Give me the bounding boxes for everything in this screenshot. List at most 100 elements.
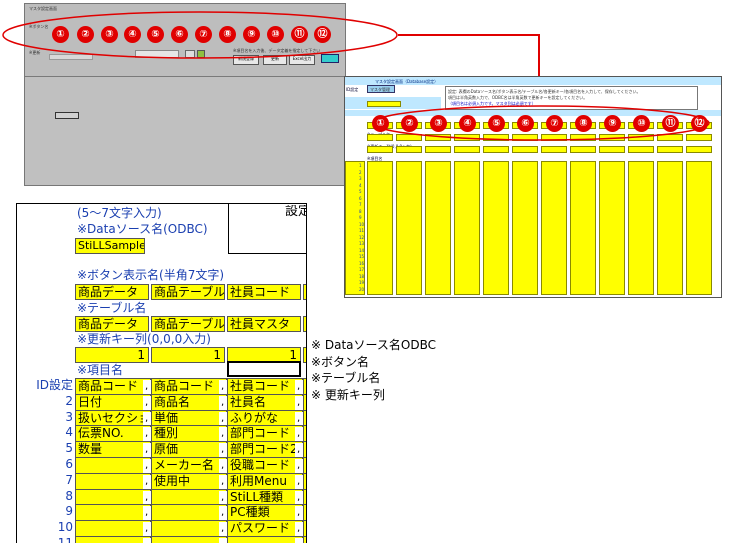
separator: , [219, 490, 227, 505]
item-cell[interactable]: 利用Menu [227, 472, 303, 490]
separator: , [143, 522, 151, 537]
item-cell-overflow[interactable] [303, 504, 306, 522]
button-cell-1[interactable]: 商品データ [75, 284, 149, 300]
separator: , [219, 395, 227, 410]
row-number: 5 [65, 441, 73, 456]
row-number: 3 [65, 409, 73, 424]
item-cell[interactable]: 部門コード [227, 425, 303, 443]
key-cell-4[interactable] [303, 347, 306, 363]
separator: , [295, 443, 303, 458]
item-cell[interactable]: 原価 [151, 441, 227, 458]
row-number: 8 [65, 488, 73, 503]
separator: , [295, 490, 303, 505]
separator: , [295, 522, 303, 537]
separator: , [295, 411, 303, 426]
table-cell-4[interactable] [303, 316, 306, 332]
separator: , [143, 427, 151, 442]
separator: , [295, 474, 303, 489]
item-label: ※項目名 [77, 363, 124, 377]
item-cell[interactable]: 単価 [151, 409, 227, 427]
button-label: ※ボタン表示名(半角7文字) [77, 268, 225, 282]
separator: , [219, 474, 227, 489]
item-cell[interactable]: 扱いセクション [75, 409, 151, 427]
item-cell[interactable] [151, 504, 227, 522]
separator: , [143, 490, 151, 505]
selected-cell[interactable] [227, 361, 301, 377]
item-cell-overflow[interactable] [303, 441, 306, 458]
separator: , [295, 395, 303, 410]
item-cell[interactable]: ふりがな [227, 409, 303, 427]
item-cell[interactable]: 商品名 [151, 393, 227, 411]
item-cell[interactable] [75, 504, 151, 522]
row-number: 9 [65, 504, 73, 519]
input-hint: (5～7文字入力) [77, 206, 162, 220]
item-cell[interactable]: パスワード [227, 520, 303, 537]
item-cell[interactable]: 数量 [75, 441, 151, 458]
separator: , [143, 459, 151, 473]
item-cell[interactable] [75, 488, 151, 506]
item-cell[interactable] [75, 536, 151, 543]
separator: , [143, 411, 151, 426]
note-datasource: ※ Dataソース名ODBC [311, 338, 437, 352]
item-cell[interactable]: 部門コード2 [227, 441, 303, 458]
legend-notes: ※ Dataソース名ODBC ※ボタン名 ※テーブル名 ※ 更新キー列 [311, 337, 436, 403]
item-cell[interactable]: メーカー名 [151, 457, 227, 474]
item-cell-overflow[interactable] [303, 378, 306, 395]
separator: , [219, 506, 227, 521]
highlight-ellipse [372, 105, 710, 141]
key-cell-1[interactable]: 1 [75, 347, 149, 363]
item-cell[interactable]: 日付 [75, 393, 151, 411]
separator: , [143, 474, 151, 489]
button-cell-2[interactable]: 商品テーブル [151, 284, 225, 300]
item-cell[interactable]: 社員名 [227, 393, 303, 411]
item-cell[interactable]: 役職コード [227, 457, 303, 474]
note-table: ※テーブル名 [311, 371, 381, 385]
note-update-key: ※ 更新キー列 [311, 387, 385, 402]
separator: , [295, 459, 303, 473]
table-cell-2[interactable]: 商品テーブル [151, 316, 225, 332]
item-cell[interactable]: 伝票NO. [75, 425, 151, 443]
item-cell[interactable]: 商品コード [151, 378, 227, 395]
button-cell-4[interactable] [303, 284, 306, 300]
separator: , [143, 380, 151, 394]
item-cell-overflow[interactable] [303, 520, 306, 537]
separator: , [219, 459, 227, 473]
row-number: 4 [65, 425, 73, 440]
item-cell[interactable] [227, 536, 303, 543]
item-cell[interactable]: 商品コード [75, 378, 151, 395]
item-cell[interactable] [75, 472, 151, 490]
highlight-ellipse-panel [372, 105, 710, 141]
highlight-ellipse-top [2, 11, 398, 59]
key-cell-2[interactable]: 1 [151, 347, 225, 363]
item-cell[interactable]: 社員コード [227, 378, 303, 395]
item-cell[interactable] [151, 536, 227, 543]
item-cell[interactable]: StiLL種類 [227, 488, 303, 506]
table-cell-1[interactable]: 商品データ [75, 316, 149, 332]
table-cell-3[interactable]: 社員マスタ [227, 316, 301, 332]
item-cell[interactable]: 使用中 [151, 472, 227, 490]
separator: , [295, 380, 303, 394]
item-cell[interactable]: 種別 [151, 425, 227, 443]
id-setting-label: ID設定 [36, 378, 73, 392]
item-cell[interactable] [151, 488, 227, 506]
item-cell[interactable] [75, 457, 151, 474]
separator: , [143, 395, 151, 410]
separator: , [219, 443, 227, 458]
item-cell-overflow[interactable] [303, 409, 306, 427]
separator: , [295, 506, 303, 521]
corner-label: 設定 [285, 205, 306, 219]
datasource-cell[interactable]: StiLLSample [75, 238, 145, 254]
row-number: 11 [57, 536, 73, 543]
item-cell[interactable] [151, 520, 227, 537]
item-cell-overflow[interactable] [303, 488, 306, 506]
item-cell[interactable]: PC種類 [227, 504, 303, 522]
item-cell-overflow[interactable] [303, 425, 306, 443]
table-label: ※テーブル名 [77, 301, 147, 315]
item-cell-overflow[interactable] [303, 536, 306, 543]
item-cell[interactable] [75, 520, 151, 537]
row-number: 10 [57, 520, 73, 535]
item-cell-overflow[interactable] [303, 472, 306, 490]
item-cell-overflow[interactable] [303, 457, 306, 474]
item-cell-overflow[interactable] [303, 393, 306, 411]
button-cell-3[interactable]: 社員コード [227, 284, 301, 300]
